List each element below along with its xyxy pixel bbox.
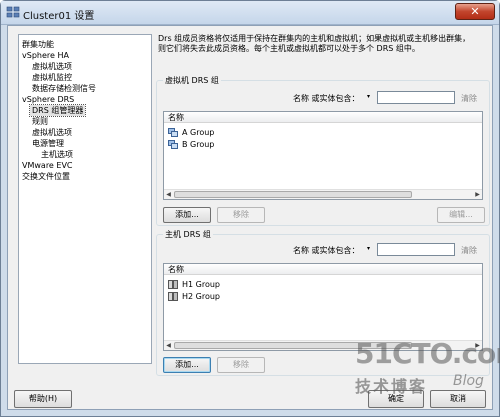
scrollbar-thumb[interactable] (174, 191, 412, 198)
nav-item-vsphere-drs[interactable]: vSphere DRS (22, 94, 74, 105)
window-title: Cluster01 设置 (23, 11, 95, 22)
nav-item-ha-vm-options[interactable]: 虚拟机选项 (32, 61, 72, 72)
host-filter-clear-link[interactable]: 清除 (461, 245, 477, 256)
nav-item-rules[interactable]: 规则 (32, 116, 48, 127)
description-line-1: Drs 组成员资格将仅适用于保持在群集内的主机和虚拟机；如果虚拟机或主机移出群集… (158, 34, 471, 43)
cancel-button[interactable]: 取消 (430, 390, 486, 408)
host-group-row-label: H2 Group (182, 292, 221, 301)
nav-item-drs-group-manager[interactable]: DRS 组管理器 (28, 104, 87, 117)
vm-group-row-label: B Group (182, 140, 215, 149)
description-line-2: 则它们将失去此成员资格。每个主机或虚拟机都可以处于多个 DRS 组中。 (158, 44, 420, 53)
cluster-icon (6, 6, 20, 18)
scroll-left-icon[interactable]: ◀ (164, 342, 173, 350)
host-list-horizontal-scrollbar[interactable]: ◀ ▶ (164, 340, 482, 350)
host-filter-label[interactable]: 名称 或实体包含： (293, 245, 360, 256)
host-filter-input[interactable] (377, 243, 455, 256)
description-text: Drs 组成员资格将仅适用于保持在群集内的主机和虚拟机；如果虚拟机或主机移出群集… (158, 34, 488, 54)
host-group-row-label: H1 Group (182, 280, 221, 289)
nav-item-vm-monitoring[interactable]: 虚拟机监控 (32, 72, 72, 83)
vm-group-add-button[interactable]: 添加... (163, 207, 211, 223)
nav-item-power-management[interactable]: 电源管理 (32, 138, 64, 149)
nav-item-vsphere-ha[interactable]: vSphere HA (22, 50, 69, 61)
host-list-column-name[interactable]: 名称 (164, 264, 482, 275)
scroll-right-icon[interactable]: ▶ (473, 342, 482, 350)
host-drs-group-title: 主机 DRS 组 (163, 229, 213, 240)
vm-drs-group-panel: 虚拟机 DRS 组 名称 或实体包含： ▾ 清除 名称 A Group B Gr… (156, 75, 490, 226)
vm-drs-group-title: 虚拟机 DRS 组 (163, 75, 221, 86)
nav-item-datastore-heartbeating[interactable]: 数据存储检测信号 (32, 83, 96, 94)
settings-window: Cluster01 设置 ✕ 群集功能 vSphere HA 虚拟机选项 虚拟机… (0, 0, 500, 417)
vm-list-horizontal-scrollbar[interactable]: ◀ ▶ (164, 189, 482, 199)
vm-filter-clear-link[interactable]: 清除 (461, 93, 477, 104)
chevron-down-icon[interactable]: ▾ (367, 245, 370, 252)
scrollbar-thumb[interactable] (174, 342, 412, 349)
settings-nav-tree: 群集功能 vSphere HA 虚拟机选项 虚拟机监控 数据存储检测信号 vSp… (18, 34, 152, 364)
vm-group-row-label: A Group (182, 128, 215, 137)
chevron-down-icon[interactable]: ▾ (367, 93, 370, 100)
vm-group-remove-button[interactable]: 移除 (217, 207, 265, 223)
vm-filter-input[interactable] (377, 91, 455, 104)
host-drs-group-panel: 主机 DRS 组 名称 或实体包含： ▾ 清除 名称 H1 Group H2 G… (156, 229, 490, 376)
nav-item-drs-vm-options[interactable]: 虚拟机选项 (32, 127, 72, 138)
list-item[interactable]: H1 Group (168, 279, 220, 290)
title-bar[interactable]: Cluster01 设置 ✕ (1, 1, 499, 25)
vm-filter-label[interactable]: 名称 或实体包含： (293, 93, 360, 104)
vm-group-icon (168, 128, 178, 137)
host-group-icon (168, 280, 178, 289)
host-group-remove-button[interactable]: 移除 (217, 357, 265, 373)
host-group-add-button[interactable]: 添加... (163, 357, 211, 373)
nav-item-cluster-features[interactable]: 群集功能 (22, 39, 54, 50)
close-icon: ✕ (470, 5, 480, 18)
nav-item-host-options[interactable]: 主机选项 (41, 149, 73, 160)
vm-group-list[interactable]: 名称 A Group B Group ◀ ▶ (163, 111, 483, 200)
dialog-body: 群集功能 vSphere HA 虚拟机选项 虚拟机监控 数据存储检测信号 vSp… (7, 25, 493, 410)
vm-list-column-name[interactable]: 名称 (164, 112, 482, 123)
scroll-left-icon[interactable]: ◀ (164, 191, 173, 199)
list-item[interactable]: H2 Group (168, 291, 220, 302)
ok-button[interactable]: 确定 (368, 390, 424, 408)
host-group-icon (168, 292, 178, 301)
host-group-list[interactable]: 名称 H1 Group H2 Group ◀ ▶ (163, 263, 483, 351)
vm-group-icon (168, 140, 178, 149)
nav-item-vmware-evc[interactable]: VMware EVC (22, 160, 73, 171)
scroll-right-icon[interactable]: ▶ (473, 191, 482, 199)
vm-group-edit-button[interactable]: 编辑... (437, 207, 485, 223)
help-button[interactable]: 帮助(H) (14, 390, 72, 408)
list-item[interactable]: A Group (168, 127, 214, 138)
nav-item-swapfile-location[interactable]: 交换文件位置 (22, 171, 70, 182)
close-button[interactable]: ✕ (455, 3, 495, 20)
list-item[interactable]: B Group (168, 139, 214, 150)
